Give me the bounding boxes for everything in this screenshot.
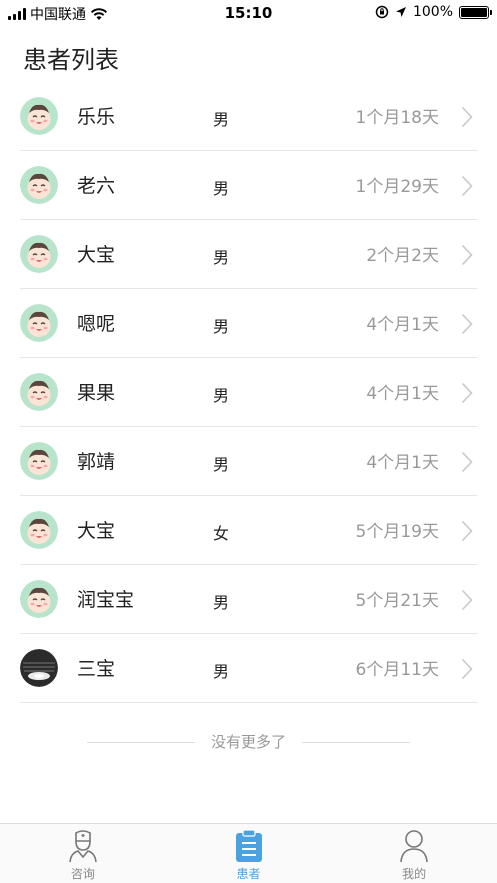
patient-age: 1个月18天 [355, 108, 439, 128]
patient-age: 2个月2天 [366, 246, 439, 266]
patient-gender: 男 [213, 179, 230, 198]
baby-avatar [20, 304, 58, 342]
patient-name: 乐乐 [77, 106, 116, 128]
battery-level [461, 7, 487, 17]
chevron-right-icon [461, 313, 473, 335]
patient-name: 郭靖 [77, 451, 116, 473]
chevron-right-icon [461, 589, 473, 611]
baby-avatar [20, 166, 58, 204]
patient-row[interactable]: 润宝宝 男 5个月21天 [20, 565, 477, 634]
patient-name: 润宝宝 [77, 589, 135, 611]
chevron-right-icon [461, 106, 473, 128]
patient-row[interactable]: 三宝 男 6个月11天 [20, 634, 477, 703]
clipboard-icon [235, 829, 262, 862]
baby-avatar [20, 97, 58, 135]
tab-consult[interactable]: 咨询 [0, 824, 166, 883]
patient-age: 4个月1天 [366, 453, 439, 473]
patient-age: 5个月19天 [355, 522, 439, 542]
patient-row[interactable]: 乐乐 男 1个月18天 [20, 82, 477, 151]
baby-avatar [20, 235, 58, 273]
patient-row[interactable]: 大宝 男 2个月2天 [20, 220, 477, 289]
patient-row[interactable]: 老六 男 1个月29天 [20, 151, 477, 220]
patient-row[interactable]: 果果 男 4个月1天 [20, 358, 477, 427]
patient-name: 大宝 [77, 244, 116, 266]
tab-bar: 咨询 患者 我的 [0, 823, 497, 883]
tab-patients[interactable]: 患者 [166, 824, 332, 883]
battery-percent: 100% [412, 4, 453, 20]
baby-avatar [20, 373, 58, 411]
patient-gender: 男 [213, 662, 230, 681]
orientation-lock-icon [375, 5, 389, 19]
baby-avatar [20, 442, 58, 480]
battery-icon [459, 5, 492, 19]
patient-row[interactable]: 嗯呢 男 4个月1天 [20, 289, 477, 358]
patient-gender: 男 [213, 593, 230, 612]
patient-list: 乐乐 男 1个月18天 老六 男 1个月29天 大宝 男 2个月2天 嗯呢 男 … [20, 82, 477, 703]
page-title: 患者列表 [23, 46, 119, 74]
nurse-icon [69, 830, 97, 863]
patient-age: 5个月21天 [355, 591, 439, 611]
patient-name: 嗯呢 [77, 313, 116, 335]
patient-gender: 女 [213, 524, 230, 543]
person-icon [400, 830, 428, 863]
patient-name: 果果 [77, 382, 116, 404]
divider-right [302, 742, 410, 743]
baby-avatar [20, 511, 58, 549]
baby-avatar [20, 580, 58, 618]
tab-label: 患者 [236, 867, 261, 881]
patient-gender: 男 [213, 386, 230, 405]
patient-name: 三宝 [77, 658, 116, 680]
patient-gender: 男 [213, 110, 230, 129]
patient-gender: 男 [213, 455, 230, 474]
tab-label: 咨询 [70, 867, 95, 881]
chevron-right-icon [461, 175, 473, 197]
patient-gender: 男 [213, 317, 230, 336]
location-icon [395, 7, 406, 17]
chevron-right-icon [461, 451, 473, 473]
status-right: 100% [375, 4, 492, 20]
patient-name: 大宝 [77, 520, 116, 542]
patient-gender: 男 [213, 248, 230, 267]
patient-row[interactable]: 郭靖 男 4个月1天 [20, 427, 477, 496]
patient-age: 4个月1天 [366, 315, 439, 335]
tab-label: 我的 [402, 867, 427, 881]
patient-age: 4个月1天 [366, 384, 439, 404]
patient-row[interactable]: 大宝 女 5个月19天 [20, 496, 477, 565]
chevron-right-icon [461, 244, 473, 266]
chevron-right-icon [461, 658, 473, 680]
no-more-indicator: 没有更多了 [87, 731, 410, 753]
patient-age: 1个月29天 [355, 177, 439, 197]
photo-avatar [20, 649, 58, 687]
tab-mine[interactable]: 我的 [331, 824, 497, 883]
chevron-right-icon [461, 382, 473, 404]
status-bar: 中国联通 15:10 100% [0, 0, 497, 26]
patient-age: 6个月11天 [355, 660, 439, 680]
chevron-right-icon [461, 520, 473, 542]
patient-name: 老六 [77, 175, 116, 197]
